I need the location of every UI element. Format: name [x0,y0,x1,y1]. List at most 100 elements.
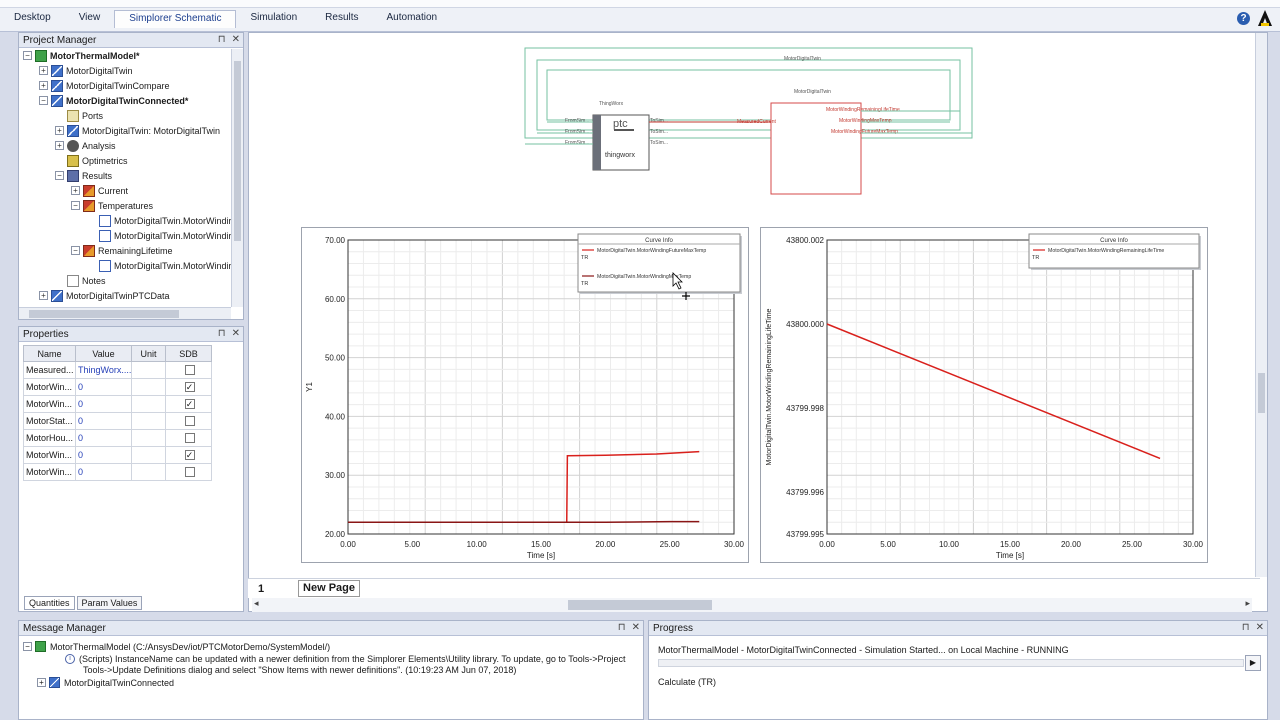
lifetime-chart[interactable]: 0.00 5.00 10.00 15.00 20.00 25.00 30.00 43799.9… [761,228,1207,562]
expand-icon[interactable]: + [55,141,64,150]
tab-param-values[interactable]: Param Values [76,596,143,610]
pin-icon[interactable]: ⊓ [218,34,226,45]
expand-icon[interactable]: + [39,81,48,90]
tree-item[interactable]: + MotorDigitalTwinCompare [39,78,170,93]
stop-button[interactable]: ▶ [1245,655,1261,671]
pin-icon[interactable]: ⊓ [1242,622,1250,633]
message-project-row[interactable]: − MotorThermalModel (C:/AnsysDev/iot/PTC… [23,641,330,652]
close-icon[interactable]: ✕ [1256,622,1264,633]
tree-item[interactable]: − Results [55,168,112,183]
progress-calc: Calculate (TR) [658,677,717,687]
digital-twin-block[interactable] [770,102,862,195]
tree-item[interactable]: Notes [55,273,106,288]
series-line[interactable] [348,520,700,523]
menu-tab-view[interactable]: View [65,10,115,28]
table-row[interactable]: MotorStat... 0 [23,412,212,430]
menu-tab-simplorer-schematic[interactable]: Simplorer Schematic [114,10,237,28]
sdb-checkbox[interactable] [184,416,195,426]
scrollbar-thumb[interactable] [234,61,241,241]
table-row[interactable]: MotorWin... 0 ✓ [23,395,212,413]
property-value[interactable]: 0 [75,378,132,396]
column-header[interactable]: Value [75,345,132,362]
pin-icon[interactable]: ⊓ [218,328,226,339]
canvas-hscrollbar[interactable]: ◂ ▸ [252,598,1252,612]
tree-item[interactable]: MotorDigitalTwin.MotorWindir [87,213,231,228]
sdb-checkbox[interactable]: ✓ [184,382,195,392]
collapse-icon[interactable]: − [71,246,80,255]
property-value[interactable]: 0 [75,412,132,430]
expand-icon[interactable]: + [37,678,46,687]
property-value[interactable]: 0 [75,429,132,447]
expand-icon[interactable]: + [39,66,48,75]
scroll-right-icon[interactable]: ▸ [1245,598,1250,609]
scrollbar-thumb[interactable] [1258,373,1265,413]
property-value[interactable]: 0 [75,446,132,464]
tree-item[interactable]: Optimetrics [55,153,128,168]
column-header[interactable]: SDB [165,345,212,362]
tree-item[interactable]: Ports [55,108,103,123]
menu-tab-desktop[interactable]: Desktop [0,10,65,28]
menu-tab-simulation[interactable]: Simulation [236,10,311,28]
plot-icon [99,214,111,227]
scroll-left-icon[interactable]: ◂ [254,598,259,609]
close-icon[interactable]: ✕ [232,328,240,339]
tree-item[interactable]: + Analysis [55,138,116,153]
tree-item[interactable]: − MotorDigitalTwinConnected* [39,93,188,108]
table-row[interactable]: MotorWin... 0 ✓ [23,378,212,396]
menu-tab-automation[interactable]: Automation [373,10,452,28]
pin-icon[interactable]: ⊓ [618,622,626,633]
sdb-checkbox[interactable] [184,433,195,443]
tree-item[interactable]: − MotorThermalModel* [23,48,140,63]
property-value[interactable]: ThingWorx.... [75,361,132,379]
collapse-icon[interactable]: − [71,201,80,210]
page-tab[interactable]: New Page [298,580,360,597]
sdb-checkbox[interactable]: ✓ [184,399,195,409]
expand-icon[interactable]: + [71,186,80,195]
message-design-row[interactable]: + MotorDigitalTwinConnected [37,677,174,688]
tree-item[interactable]: − Temperatures [71,198,153,213]
expand-icon[interactable]: + [55,126,64,135]
series-line[interactable] [826,323,1161,460]
x-tick-label: 15.00 [1000,540,1021,549]
scrollbar-thumb[interactable] [568,600,712,610]
tree-item[interactable]: MotorDigitalTwin.MotorWindir [87,258,231,273]
tree-item[interactable]: + Current [71,183,128,198]
lifetime-plot[interactable]: 0.00 5.00 10.00 15.00 20.00 25.00 30.00 43799.9… [760,227,1208,563]
column-header[interactable]: Name [23,345,76,362]
expand-icon[interactable]: + [39,291,48,300]
schematic-diagram[interactable]: MotorDigitalTwin ThingWorx ptc thingworx… [249,33,1267,223]
table-row[interactable]: MotorWin... 0 ✓ [23,446,212,464]
temperature-chart[interactable]: 0.00 5.00 10.00 15.00 20.00 25.00 30.00 20.00 30… [302,228,748,562]
project-tree-scrollbar[interactable] [231,49,243,307]
scrollbar-thumb[interactable] [29,310,179,318]
collapse-icon[interactable]: − [55,171,64,180]
tree-item[interactable]: + MotorDigitalTwinPTCData [39,288,170,303]
tree-item[interactable]: + MotorDigitalTwin: MotorDigitalTwin [55,123,220,138]
table-row[interactable]: MotorWin... 0 [23,463,212,481]
tab-quantities[interactable]: Quantities [24,596,75,610]
tree-item[interactable]: MotorDigitalTwin.MotorWindir [87,228,231,243]
property-value[interactable]: 0 [75,395,132,413]
message-info-row[interactable]: i (Scripts) InstanceName can be updated … [65,654,626,664]
sdb-checkbox[interactable]: ✓ [184,450,195,460]
sdb-checkbox[interactable] [184,467,195,477]
collapse-icon[interactable]: − [23,51,32,60]
collapse-icon[interactable]: − [39,96,48,105]
close-icon[interactable]: ✕ [632,622,640,633]
canvas-scrollbar[interactable] [1255,33,1267,577]
property-value[interactable]: 0 [75,463,132,481]
table-row[interactable]: MotorHou... 0 [23,429,212,447]
help-icon[interactable]: ? [1237,12,1250,25]
close-icon[interactable]: ✕ [232,34,240,45]
schematic-canvas[interactable]: MotorDigitalTwin ThingWorx ptc thingworx… [248,32,1268,612]
collapse-icon[interactable]: − [23,642,32,651]
x-axis-label: Time [s] [527,551,555,560]
tree-item[interactable]: − RemainingLifetime [71,243,173,258]
sdb-checkbox[interactable] [184,365,195,375]
temperature-plot[interactable]: 0.00 5.00 10.00 15.00 20.00 25.00 30.00 20.00 30… [301,227,749,563]
tree-item[interactable]: + MotorDigitalTwin [39,63,133,78]
project-tree-hscrollbar[interactable] [19,307,231,319]
menu-tab-results[interactable]: Results [311,10,372,28]
table-row[interactable]: Measured... ThingWorx.... [23,361,212,379]
column-header[interactable]: Unit [131,345,166,362]
